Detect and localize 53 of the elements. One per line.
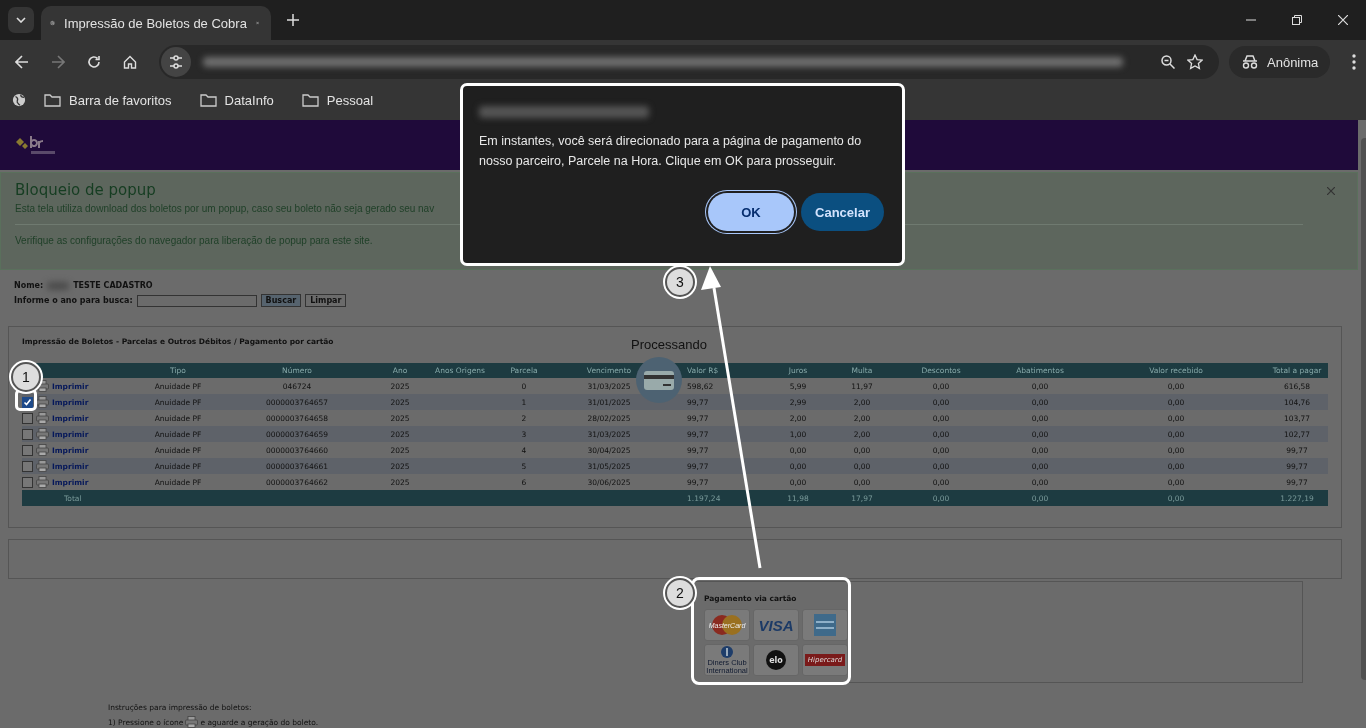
folder-icon (199, 93, 217, 107)
year-input[interactable] (136, 294, 257, 307)
card-brand-logo[interactable] (802, 609, 848, 641)
row-checkbox[interactable] (22, 428, 33, 440)
tab-title: Impressão de Boletos de Cobra (64, 15, 247, 31)
printer-icon[interactable] (36, 428, 49, 440)
reload-icon[interactable] (87, 55, 101, 69)
star-icon[interactable] (1187, 54, 1203, 70)
folder-icon (301, 93, 319, 107)
step-number-badge: 2 (665, 578, 695, 608)
bookmark-folder[interactable]: DataInfo (185, 92, 284, 108)
row-checkbox[interactable] (22, 412, 33, 424)
clear-button[interactable]: Limpar (305, 294, 347, 307)
printer-icon[interactable] (36, 444, 49, 456)
logo-icon (14, 134, 56, 156)
browser-tab[interactable]: Impressão de Boletos de Cobra (41, 6, 271, 40)
card-brand-logo[interactable]: VISA (753, 609, 799, 641)
row-checkbox[interactable] (22, 396, 33, 408)
incognito-icon (1241, 55, 1259, 69)
bookmark-folder[interactable]: Barra de favoritos (30, 92, 182, 108)
printer-icon[interactable] (36, 396, 49, 408)
step-number-badge: 1 (11, 362, 41, 392)
cancel-button[interactable]: Cancelar (801, 193, 884, 231)
folder-icon (44, 93, 61, 107)
menu-icon[interactable] (1352, 54, 1357, 70)
zoom-icon[interactable] (1161, 55, 1175, 69)
search-button[interactable]: Buscar (260, 294, 302, 307)
row-checkbox[interactable] (22, 444, 33, 456)
printer-icon[interactable] (36, 476, 49, 488)
notice-title: Bloqueio de popup (15, 181, 156, 199)
restore-icon[interactable] (1292, 15, 1302, 25)
new-tab-icon[interactable] (287, 14, 299, 26)
site-settings-icon[interactable] (161, 47, 191, 77)
back-icon[interactable] (15, 55, 29, 69)
ok-button[interactable]: OK (708, 193, 794, 231)
tab-search-button[interactable] (8, 7, 34, 33)
incognito-profile-button[interactable]: Anônima (1229, 46, 1331, 78)
forward-icon[interactable] (51, 55, 65, 69)
blurred-name (47, 281, 70, 290)
row-checkbox[interactable] (22, 476, 33, 488)
row-checkbox[interactable] (22, 460, 33, 472)
step-number-badge: 3 (665, 267, 695, 297)
year-label: Informe o ano para busca: (14, 296, 133, 305)
dialog-message: Em instantes, você será direcionado para a página de pagamento do nosso parceiro, Parcele na Hora. Clique em OK para prosseguir. (479, 133, 863, 170)
printer-icon[interactable] (36, 460, 49, 472)
caret-icon (16, 17, 26, 23)
name-value: TESTE CADASTRO (73, 281, 153, 290)
name-label: Nome: (14, 281, 44, 290)
bookmark-folder[interactable]: Pessoal (287, 92, 383, 108)
home-icon[interactable] (123, 55, 137, 69)
processing-text: Processando (631, 337, 707, 352)
printer-icon[interactable] (36, 412, 49, 424)
card-brand-logo[interactable]: elo (753, 644, 799, 676)
